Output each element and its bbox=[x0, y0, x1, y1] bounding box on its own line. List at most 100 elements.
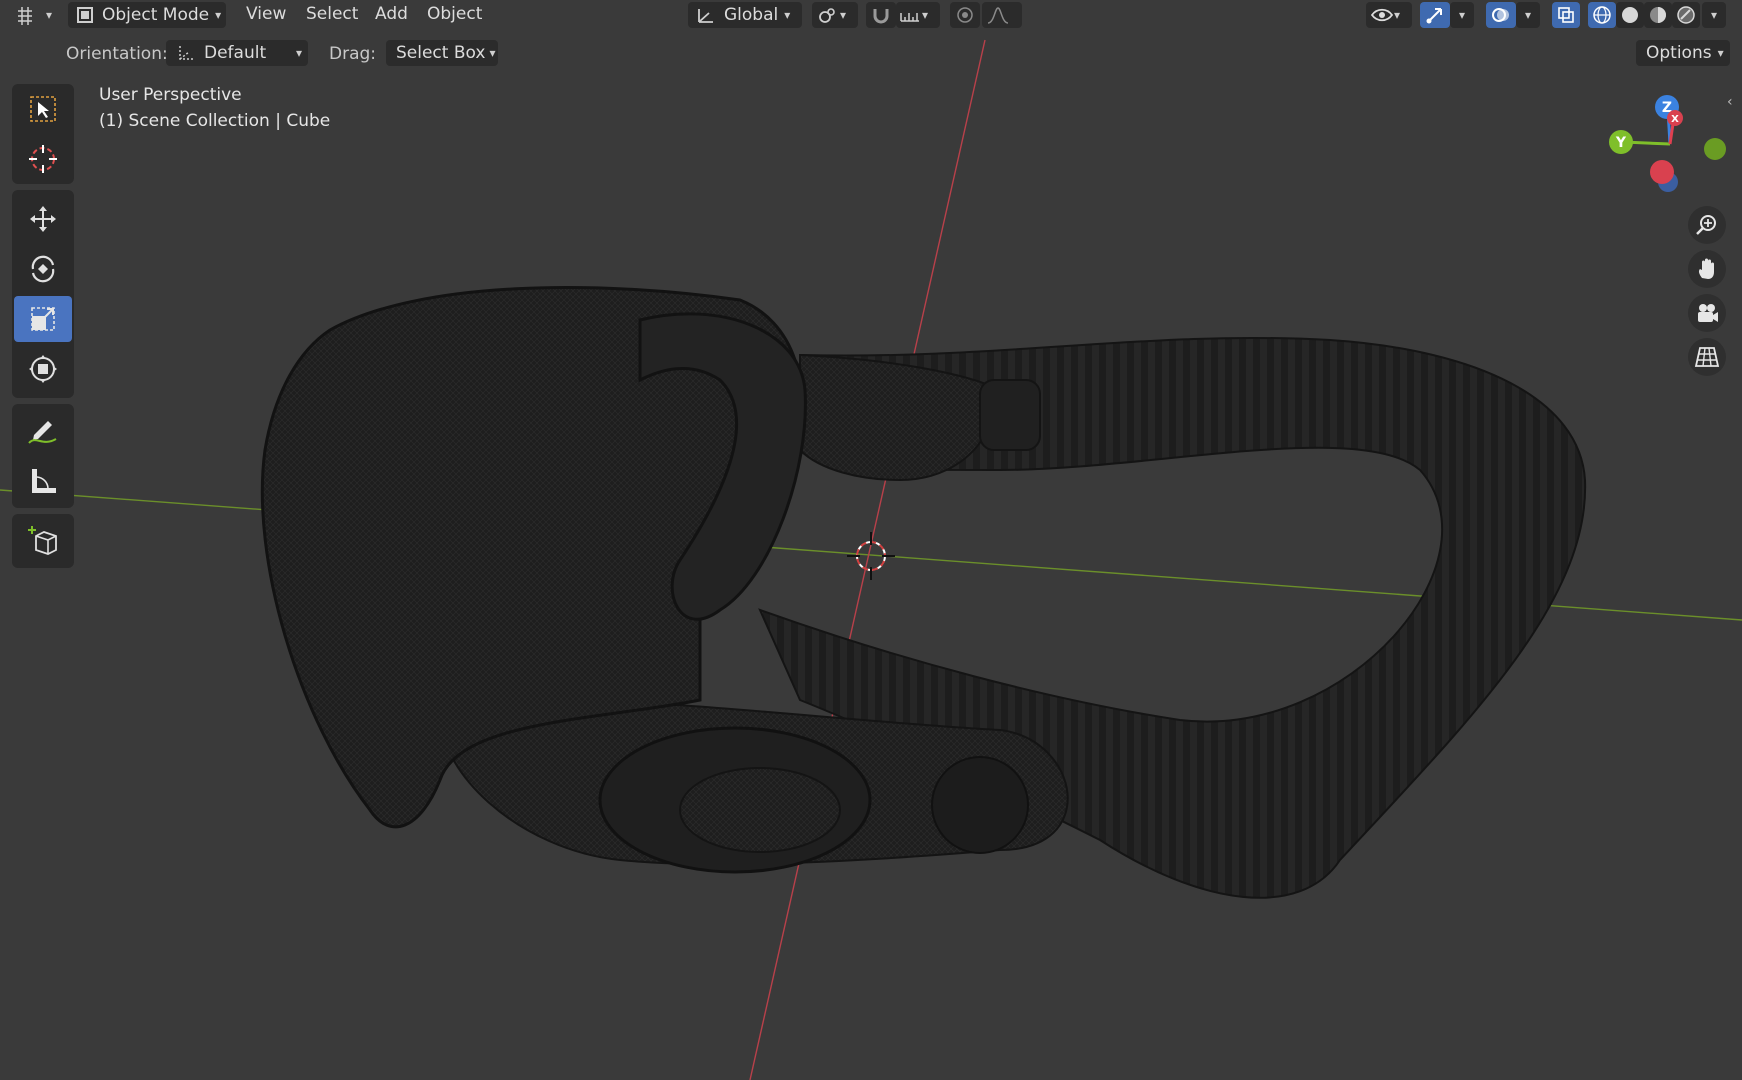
transform-orientation-dropdown[interactable]: Global ▾ bbox=[688, 2, 802, 28]
tool-move[interactable] bbox=[14, 196, 72, 242]
visibility-dropdown[interactable]: ▾ bbox=[1366, 2, 1412, 28]
pivot-point-button[interactable]: ▾ bbox=[812, 2, 858, 28]
editor-type-button[interactable]: ▾ bbox=[14, 2, 58, 28]
tool-cursor[interactable] bbox=[14, 136, 72, 182]
gizmo-y-label: Y bbox=[1615, 135, 1627, 151]
chevron-down-icon: ▾ bbox=[1710, 8, 1718, 22]
sidebar-toggle-icon[interactable]: ‹ bbox=[1727, 94, 1733, 110]
perspective-toggle-button[interactable] bbox=[1688, 338, 1726, 376]
select-box-icon bbox=[30, 96, 56, 122]
chevron-down-icon: ▾ bbox=[840, 8, 847, 22]
mode-label: Object Mode bbox=[102, 5, 210, 25]
wireframe-sphere-icon bbox=[1593, 6, 1611, 24]
magnet-icon bbox=[873, 9, 889, 24]
transform-icon bbox=[29, 355, 57, 383]
pivot-icon bbox=[819, 8, 835, 23]
gizmo-x-label: X bbox=[1671, 114, 1679, 125]
xray-toggle[interactable] bbox=[1552, 2, 1580, 28]
gizmo-x-dot bbox=[1650, 160, 1674, 184]
orientation-field-label: Orientation: bbox=[66, 44, 168, 64]
tool-scale[interactable] bbox=[14, 296, 72, 342]
tool-measure[interactable] bbox=[14, 458, 72, 504]
orientation-label: Global bbox=[724, 5, 779, 25]
add-cube-icon bbox=[28, 526, 57, 555]
chevron-down-icon: ▾ bbox=[489, 46, 496, 60]
orientation-dropdown[interactable]: Default ▾ bbox=[166, 40, 308, 66]
gizmo-y-neg bbox=[1704, 138, 1726, 160]
chevron-down-icon: ▾ bbox=[784, 8, 791, 22]
tool-settings-bar: Orientation: Default ▾ Drag: Select Box … bbox=[0, 38, 1742, 68]
move-arrows-icon bbox=[30, 206, 56, 232]
headset-model[interactable] bbox=[260, 286, 1587, 899]
collection-info: (1) Scene Collection | Cube bbox=[99, 111, 331, 131]
snap-increment-icon bbox=[900, 13, 919, 22]
proportional-editing-icon bbox=[957, 7, 973, 23]
shading-dropdown[interactable]: ▾ bbox=[1702, 2, 1726, 28]
shading-rendered-button[interactable] bbox=[1672, 2, 1700, 28]
overlays-dropdown[interactable]: ▾ bbox=[1516, 2, 1540, 28]
chevron-down-icon: ▾ bbox=[46, 8, 53, 22]
menu-add[interactable]: Add bbox=[375, 4, 408, 24]
x-axis-line bbox=[749, 39, 986, 1080]
proportional-editing-toggle[interactable] bbox=[950, 2, 980, 28]
3d-viewport[interactable]: Z Y X User Perspective (1) Scene Collect… bbox=[0, 0, 1742, 1080]
rendered-sphere-icon bbox=[1677, 6, 1695, 24]
gizmo-dropdown[interactable]: ▾ bbox=[1450, 2, 1474, 28]
chevron-down-icon: ▾ bbox=[1524, 8, 1532, 22]
shading-solid-button[interactable] bbox=[1616, 2, 1644, 28]
chevron-down-icon: ▾ bbox=[1717, 46, 1724, 60]
tool-transform[interactable] bbox=[14, 346, 72, 392]
object-mode-icon bbox=[77, 7, 93, 23]
chevron-down-icon: ▾ bbox=[1394, 8, 1401, 22]
shading-wireframe-button[interactable] bbox=[1588, 2, 1616, 28]
overlays-icon bbox=[1492, 8, 1509, 22]
view-name: User Perspective bbox=[99, 85, 242, 105]
viewport-header: ▾ Object Mode ▾ View Select Add Object G… bbox=[0, 0, 1742, 30]
scale-icon bbox=[31, 307, 55, 331]
chevron-down-icon: ▾ bbox=[215, 8, 222, 22]
eye-icon bbox=[1370, 8, 1394, 22]
falloff-curve-icon bbox=[987, 7, 1009, 24]
tool-rotate[interactable] bbox=[14, 246, 72, 292]
options-dropdown[interactable]: Options ▾ bbox=[1636, 40, 1730, 66]
zoom-button[interactable] bbox=[1688, 206, 1726, 244]
solid-sphere-icon bbox=[1622, 7, 1638, 23]
annotate-pencil-icon bbox=[28, 421, 57, 444]
snap-toggle[interactable] bbox=[866, 2, 896, 28]
shading-material-button[interactable] bbox=[1644, 2, 1672, 28]
tool-annotate[interactable] bbox=[14, 408, 72, 454]
scene-canvas[interactable]: Z Y X bbox=[0, 0, 1742, 1080]
material-sphere-icon bbox=[1650, 7, 1666, 23]
orientation-value: Default bbox=[204, 43, 267, 63]
tool-add-cube[interactable] bbox=[14, 518, 72, 564]
menu-object[interactable]: Object bbox=[427, 4, 482, 24]
drag-dropdown[interactable]: Select Box ▾ bbox=[386, 40, 498, 66]
menu-select[interactable]: Select bbox=[306, 4, 358, 24]
cursor-icon bbox=[29, 145, 57, 173]
chevron-down-icon: ▾ bbox=[1458, 8, 1466, 22]
rotate-icon bbox=[31, 255, 55, 283]
snap-target-dropdown[interactable]: ▾ bbox=[896, 2, 940, 28]
falloff-dropdown[interactable] bbox=[982, 2, 1022, 28]
zoom-magnifier-icon bbox=[1696, 215, 1716, 235]
chevron-down-icon: ▾ bbox=[922, 8, 929, 22]
hand-icon bbox=[1698, 258, 1714, 279]
measure-ruler-icon bbox=[32, 469, 56, 493]
chevron-down-icon: ▾ bbox=[295, 46, 302, 60]
camera-view-button[interactable] bbox=[1688, 294, 1726, 332]
gizmo-icon bbox=[1426, 8, 1442, 24]
editor-type-icon bbox=[18, 7, 32, 25]
overlays-toggle[interactable] bbox=[1486, 2, 1516, 28]
drag-field-label: Drag: bbox=[329, 44, 377, 64]
options-label: Options bbox=[1646, 43, 1712, 63]
tool-select-box[interactable] bbox=[14, 86, 72, 132]
gizmo-toggle[interactable] bbox=[1420, 2, 1450, 28]
navigation-gizmo[interactable]: Z Y X bbox=[1609, 95, 1726, 192]
mode-dropdown[interactable]: Object Mode ▾ bbox=[68, 2, 226, 28]
drag-value: Select Box bbox=[396, 43, 486, 63]
pan-button[interactable] bbox=[1688, 250, 1726, 288]
orientation-icon bbox=[698, 9, 713, 23]
orientation-default-icon bbox=[179, 46, 193, 60]
3d-cursor[interactable] bbox=[847, 532, 895, 580]
menu-view[interactable]: View bbox=[246, 4, 286, 24]
